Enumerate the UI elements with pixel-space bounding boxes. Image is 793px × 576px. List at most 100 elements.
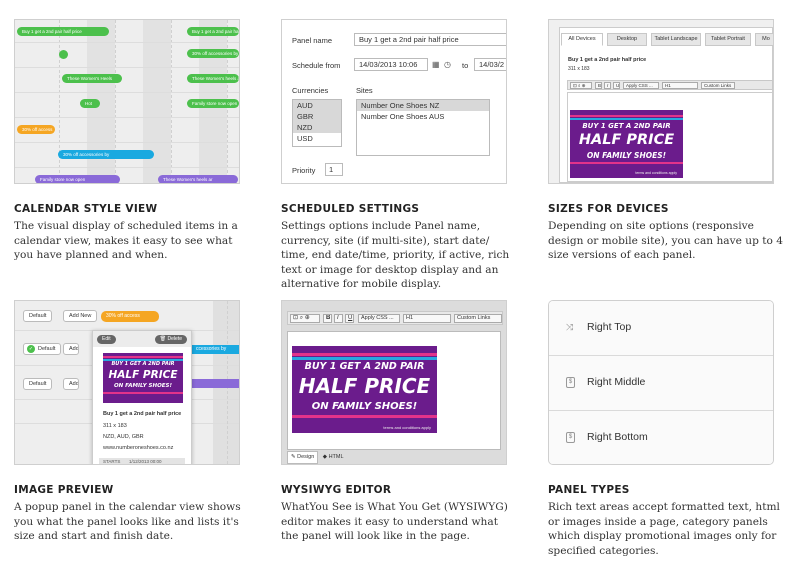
panel-type-right-bottom[interactable]: $ Right Bottom (549, 411, 773, 464)
style-select[interactable]: Apply CSS ... (358, 314, 400, 323)
tab-desktop[interactable]: Desktop (607, 33, 647, 46)
underline-button[interactable]: U (613, 82, 620, 89)
toolbar-icons[interactable]: ⊡ ⌕ ⊕ (290, 314, 320, 323)
style-select[interactable]: Apply CSS ... (623, 82, 659, 89)
delete-button[interactable]: 🗑︎ Delete (154, 335, 187, 344)
card-title: WYSIWYG EDITOR (281, 484, 392, 496)
add-new-button[interactable]: Add New (63, 310, 98, 322)
calendar-item-dot[interactable] (59, 50, 68, 59)
italic-button[interactable]: I (334, 314, 343, 323)
calendar-item[interactable]: 30% off access (101, 311, 159, 322)
priority-select[interactable]: 1 (325, 163, 343, 176)
bold-button[interactable]: B (323, 314, 332, 323)
currency-option[interactable]: USD (293, 133, 341, 144)
default-button[interactable]: ✓ Default (23, 343, 62, 355)
currency-option[interactable]: GBR (293, 111, 341, 122)
calendar-item[interactable]: Buy 1 get a 2nd pair half price (17, 27, 109, 36)
default-button[interactable]: Default (23, 378, 53, 390)
site-option[interactable]: Number One Shoes NZ (357, 100, 489, 111)
popup-currencies: NZD, AUD, GBR (103, 434, 144, 440)
editor-toolbar: ⊡ ⌕ ⊕ B I U Apply CSS ... H1 Custom Link… (287, 311, 503, 325)
currencies-listbox[interactable]: AUD GBR NZD USD (292, 99, 342, 147)
shuffle-icon: ⤨ (566, 322, 574, 332)
clock-icon[interactable]: ◷ (444, 60, 451, 69)
add-button[interactable]: Add (63, 378, 79, 390)
card-description: WhatYou See is What You Get (WYSIWYG) ed… (281, 501, 508, 542)
default-button[interactable]: Default (23, 310, 53, 322)
panel-type-right-middle[interactable]: $ Right Middle (549, 356, 773, 411)
promo-banner: BUY 1 GET A 2ND PAIR HALF PRICE ON FAMIL… (570, 110, 683, 178)
starts-value: 1/12/2013 00:00 (129, 459, 162, 464)
wysiwyg-screenshot: ⊡ ⌕ ⊕ B I U Apply CSS ... H1 Custom Link… (281, 300, 507, 465)
calendar-item[interactable]: 30% off accessories by (187, 49, 239, 58)
links-select[interactable]: Custom Links (454, 314, 502, 323)
card-description: Rich text areas accept formatted text, h… (548, 501, 780, 557)
calendar-item[interactable]: These Women's heels ar (158, 175, 238, 183)
format-select[interactable]: H1 (403, 314, 451, 323)
card-title: PANEL TYPES (548, 484, 630, 496)
trash-icon: 🗑︎ (159, 336, 168, 342)
panel-size: 311 x 183 (568, 66, 590, 72)
calendar-item[interactable]: 30% off accessories by (58, 150, 154, 159)
links-select[interactable]: Custom Links (701, 82, 735, 89)
settings-screenshot: Panel name Buy 1 get a 2nd pair half pri… (281, 19, 507, 184)
calendar-item[interactable]: Family store now open (35, 175, 120, 183)
site-option[interactable]: Number One Shoes AUS (357, 111, 489, 122)
card-description: Depending on site options (responsive de… (548, 220, 783, 261)
popup-title: Buy 1 get a 2nd pair half price (103, 411, 182, 417)
tab-tablet-portrait[interactable]: Tablet Portrait (705, 33, 751, 46)
panel-name-input[interactable]: Buy 1 get a 2nd pair half price (354, 33, 506, 46)
calendar-item[interactable]: Buy 1 get a 2nd pair half price (187, 27, 239, 36)
currency-option[interactable]: NZD (293, 122, 341, 133)
edit-button[interactable]: Edit (97, 335, 116, 344)
calendar-item[interactable] (191, 379, 239, 388)
check-icon: ✓ (27, 345, 35, 353)
calendar-screenshot: Buy 1 get a 2nd pair half price Buy 1 ge… (14, 19, 240, 184)
italic-button[interactable]: I (604, 82, 611, 89)
button-label: Default (38, 346, 56, 352)
calendar-item[interactable]: ccessories by (191, 345, 239, 354)
popup-size: 311 x 183 (103, 423, 127, 429)
bold-button[interactable]: B (595, 82, 602, 89)
calendar-item[interactable]: Family store now open (187, 99, 239, 108)
tab-mobile[interactable]: Mo (755, 33, 773, 46)
popup-starts-row: STARTS 1/12/2013 00:00 (99, 458, 185, 464)
card-description: Settings options include Panel name, cur… (281, 220, 510, 290)
card-description: The visual display of scheduled items in… (14, 220, 238, 261)
panel-name-label: Panel name (292, 36, 333, 45)
add-button[interactable]: Add (63, 343, 79, 355)
tab-all-devices[interactable]: All Devices (561, 33, 603, 46)
panel-type-right-top[interactable]: ⤨ Right Top (549, 301, 773, 356)
calendar-icon[interactable]: ▦ (432, 60, 440, 69)
sites-label: Sites (356, 86, 373, 95)
starts-label: STARTS (103, 459, 121, 464)
tab-tablet-landscape[interactable]: Tablet Landscape (651, 33, 701, 46)
schedule-to-input[interactable]: 14/03/2 (474, 58, 506, 71)
card-title: SIZES FOR DEVICES (548, 203, 669, 215)
card-description: A popup panel in the calendar view shows… (14, 501, 241, 542)
panel-type-label: Right Top (587, 321, 632, 333)
calendar-item[interactable]: These Women's Heels (62, 74, 122, 83)
promo-banner-thumb: BUY 1 GET A 2ND PAIR HALF PRICE ON FAMIL… (103, 353, 183, 403)
calendar-item[interactable]: These Women's heels ar (187, 74, 239, 83)
currency-option[interactable]: AUD (293, 100, 341, 111)
schedule-to-label: to (462, 61, 469, 70)
delete-label: Delete (167, 336, 182, 342)
panel-types-screenshot: ⤨ Right Top $ Right Middle $ Right Botto… (548, 300, 774, 465)
priority-label: Priority (292, 166, 316, 175)
schedule-from-input[interactable]: 14/03/2013 10:06 (354, 58, 428, 71)
toolbar-icons[interactable]: ⊡ ⌕ ⊕ (570, 82, 592, 89)
format-select[interactable]: H1 (662, 82, 698, 89)
calendar-item[interactable]: 30% off access (17, 125, 55, 134)
panel-type-label: Right Bottom (587, 431, 648, 443)
preview-popup: Edit 🗑︎ Delete BUY 1 GET A 2ND PAIR HALF… (92, 330, 192, 464)
panel-title: Buy 1 get a 2nd pair half price (568, 57, 647, 63)
sizes-screenshot: All Devices Desktop Tablet Landscape Tab… (548, 19, 774, 184)
html-tab[interactable]: ◆ HTML (320, 452, 347, 463)
design-tab[interactable]: ✎ Design (287, 451, 319, 464)
sites-listbox[interactable]: Number One Shoes NZ Number One Shoes AUS (356, 99, 490, 156)
dollar-icon: $ (566, 377, 575, 388)
underline-button[interactable]: U (345, 314, 354, 323)
dollar-icon: $ (566, 432, 575, 443)
calendar-item[interactable]: Hot (80, 99, 100, 108)
